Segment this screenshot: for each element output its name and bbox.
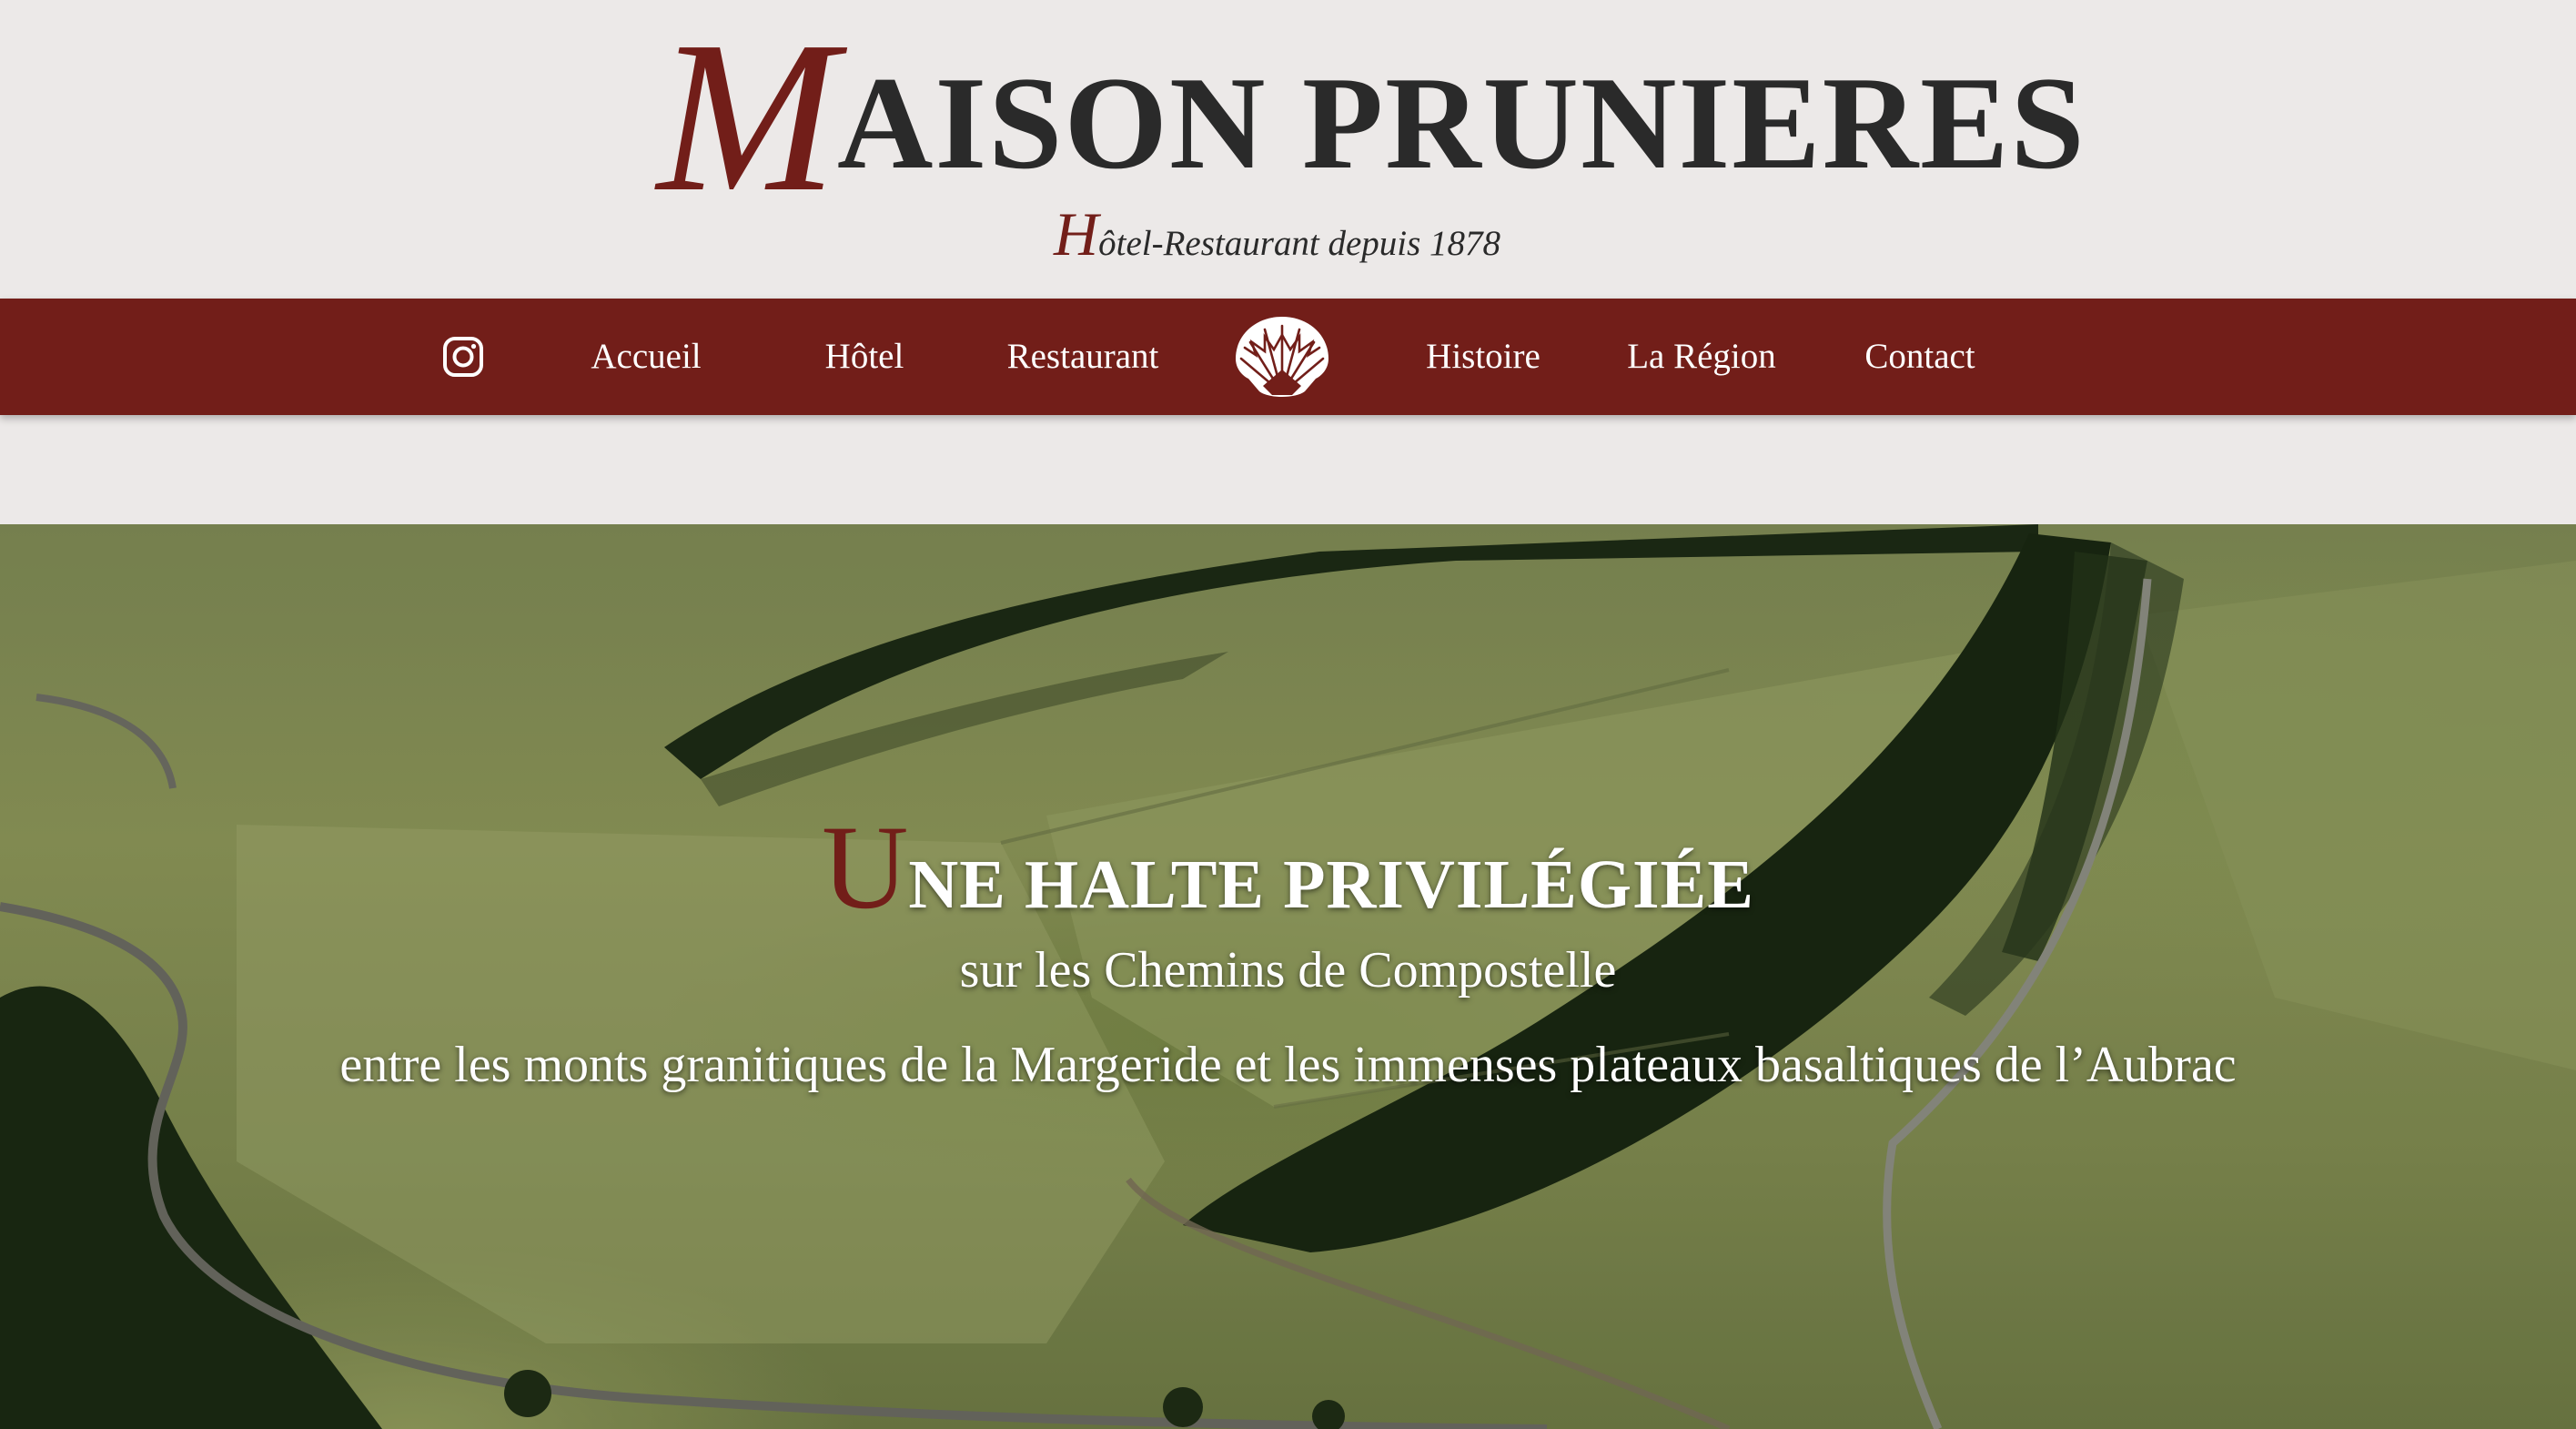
hero-subtitle: sur les Chemins de Compostelle: [959, 942, 1617, 998]
nav-item-accueil[interactable]: Accueil: [591, 299, 701, 415]
nav-item-histoire[interactable]: Histoire: [1426, 299, 1541, 415]
site-logo[interactable]: M AISON PRUNIERES: [657, 9, 2085, 226]
instagram-icon[interactable]: [442, 336, 484, 378]
headline-initial: U: [822, 800, 909, 934]
headline-text: NE HALTE PRIVILÉGIÉE: [908, 846, 1754, 923]
scallop-shell-icon[interactable]: [1228, 311, 1336, 402]
hero-description: entre les monts granitiques de la Marger…: [339, 1037, 2237, 1093]
logo-name: AISON PRUNIERES: [837, 49, 2086, 197]
logo-initial: M: [657, 0, 838, 237]
nav-item-hotel[interactable]: Hôtel: [825, 299, 904, 415]
tagline-text: ôtel-Restaurant depuis 1878: [1098, 224, 1501, 263]
nav-item-restaurant[interactable]: Restaurant: [1007, 299, 1159, 415]
tagline-initial: H: [1054, 199, 1099, 269]
hero-text-block: UNE HALTE PRIVILÉGIÉE sur les Chemins de…: [0, 524, 2576, 1429]
site-header: M AISON PRUNIERES Hôtel-Restaurant depui…: [0, 0, 2576, 299]
hero-headline: UNE HALTE PRIVILÉGIÉE: [0, 797, 2576, 937]
nav-item-contact[interactable]: Contact: [1864, 299, 1975, 415]
main-navigation: Accueil Hôtel Restaurant Histoire La Rég…: [0, 299, 2576, 415]
nav-item-la-region[interactable]: La Région: [1627, 299, 1776, 415]
site-tagline: Hôtel-Restaurant depuis 1878: [1054, 198, 1500, 270]
hero-banner: UNE HALTE PRIVILÉGIÉE sur les Chemins de…: [0, 524, 2576, 1429]
